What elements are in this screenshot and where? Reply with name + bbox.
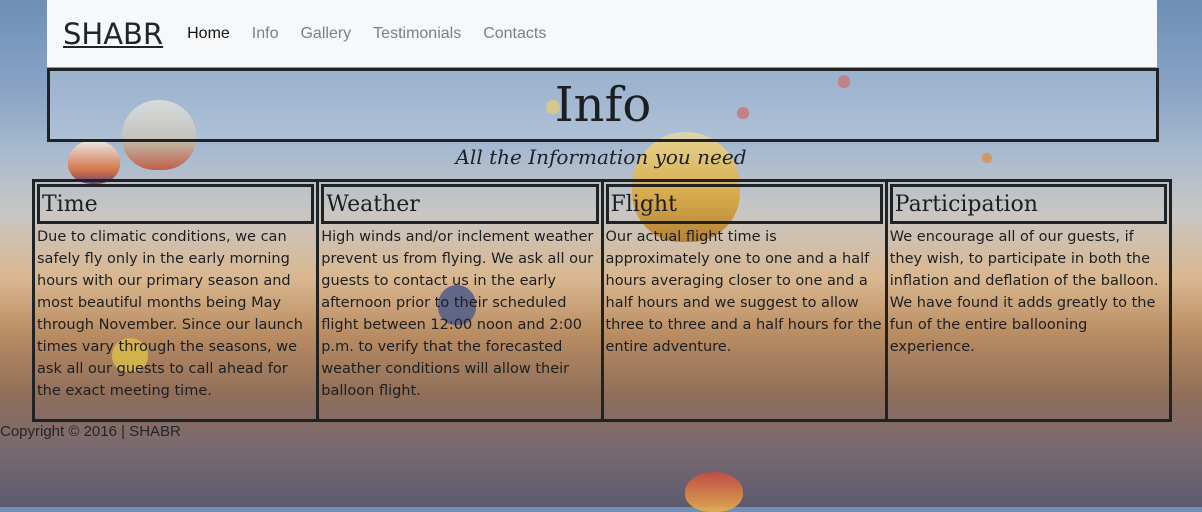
column-title: Flight bbox=[605, 184, 883, 224]
footer-copyright: Copyright © 2016 | SHABR bbox=[0, 423, 181, 440]
nav-link-gallery[interactable]: Gallery bbox=[300, 25, 351, 43]
column-title: Weather bbox=[321, 184, 599, 224]
column-title: Time bbox=[37, 184, 315, 224]
hero-banner: Info bbox=[47, 68, 1159, 142]
column-body: We encourage all of our guests, if they … bbox=[889, 229, 1159, 355]
info-column-flight: Flight Our actual flight time is approxi… bbox=[604, 182, 888, 419]
nav-link-home[interactable]: Home bbox=[187, 25, 230, 43]
nav-link-contacts[interactable]: Contacts bbox=[483, 25, 546, 43]
info-column-participation: Participation We encourage all of our gu… bbox=[888, 182, 1169, 419]
info-column-time: Time Due to climatic conditions, we can … bbox=[35, 182, 320, 419]
brand-logo[interactable]: SHABR bbox=[63, 17, 163, 51]
page-title: Info bbox=[554, 77, 652, 133]
balloon-decoration bbox=[685, 472, 743, 512]
info-grid: Time Due to climatic conditions, we can … bbox=[32, 179, 1172, 422]
page-subtitle: All the Information you need bbox=[455, 145, 747, 169]
column-body: Our actual flight time is approximately … bbox=[605, 229, 882, 355]
navbar: SHABR Home Info Gallery Testimonials Con… bbox=[47, 0, 1157, 67]
nav-link-info[interactable]: Info bbox=[252, 25, 279, 43]
info-column-weather: Weather High winds and/or inclement weat… bbox=[319, 182, 604, 419]
column-body: High winds and/or inclement weather prev… bbox=[321, 229, 594, 399]
column-body: Due to climatic conditions, we can safel… bbox=[37, 229, 303, 399]
nav-link-testimonials[interactable]: Testimonials bbox=[373, 25, 461, 43]
column-title: Participation bbox=[889, 184, 1167, 224]
